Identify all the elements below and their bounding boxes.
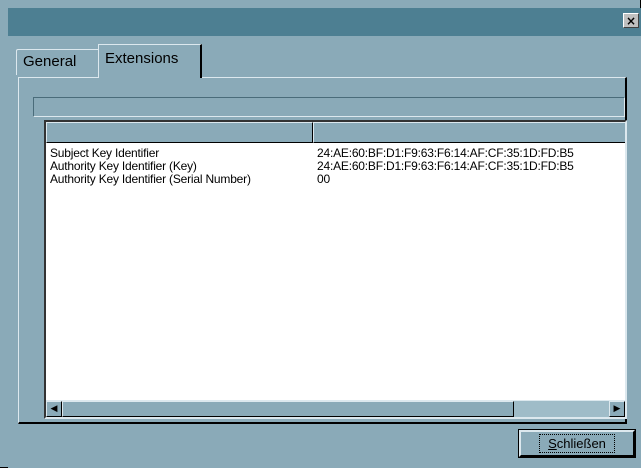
extension-value: 00: [317, 172, 330, 186]
list-header: [46, 122, 625, 143]
extension-name: Authority Key Identifier (Serial Number): [50, 172, 251, 186]
column-header-name[interactable]: [46, 122, 313, 143]
column-header-value[interactable]: [313, 122, 625, 143]
list-item[interactable]: Authority Key Identifier (Serial Number)…: [50, 173, 625, 186]
tab-general[interactable]: General: [16, 49, 99, 75]
group-box: [33, 97, 625, 117]
tab-extensions[interactable]: Extensions: [98, 44, 202, 78]
list-rows: Subject Key Identifier 24:AE:60:BF:D1:F9…: [50, 147, 625, 186]
close-button-rest: chließen: [556, 436, 606, 451]
close-icon[interactable]: ×: [623, 13, 639, 28]
close-button-mnemonic: S: [548, 436, 557, 451]
scroll-right-icon[interactable]: ▶: [609, 401, 625, 417]
scroll-left-icon[interactable]: ◀: [46, 401, 62, 417]
extension-value: 24:AE:60:BF:D1:F9:63:F6:14:AF:CF:35:1D:F…: [317, 159, 574, 173]
horizontal-scrollbar[interactable]: ◀ ▶: [46, 400, 625, 417]
close-button-label: Schließen: [539, 434, 615, 453]
close-button[interactable]: Schließen: [518, 429, 636, 458]
extensions-list[interactable]: Subject Key Identifier 24:AE:60:BF:D1:F9…: [44, 120, 627, 419]
tab-general-label: General: [23, 53, 77, 70]
scrollbar-thumb[interactable]: [62, 401, 514, 417]
title-bar[interactable]: ×: [8, 8, 641, 36]
tab-extensions-label: Extensions: [105, 50, 179, 67]
